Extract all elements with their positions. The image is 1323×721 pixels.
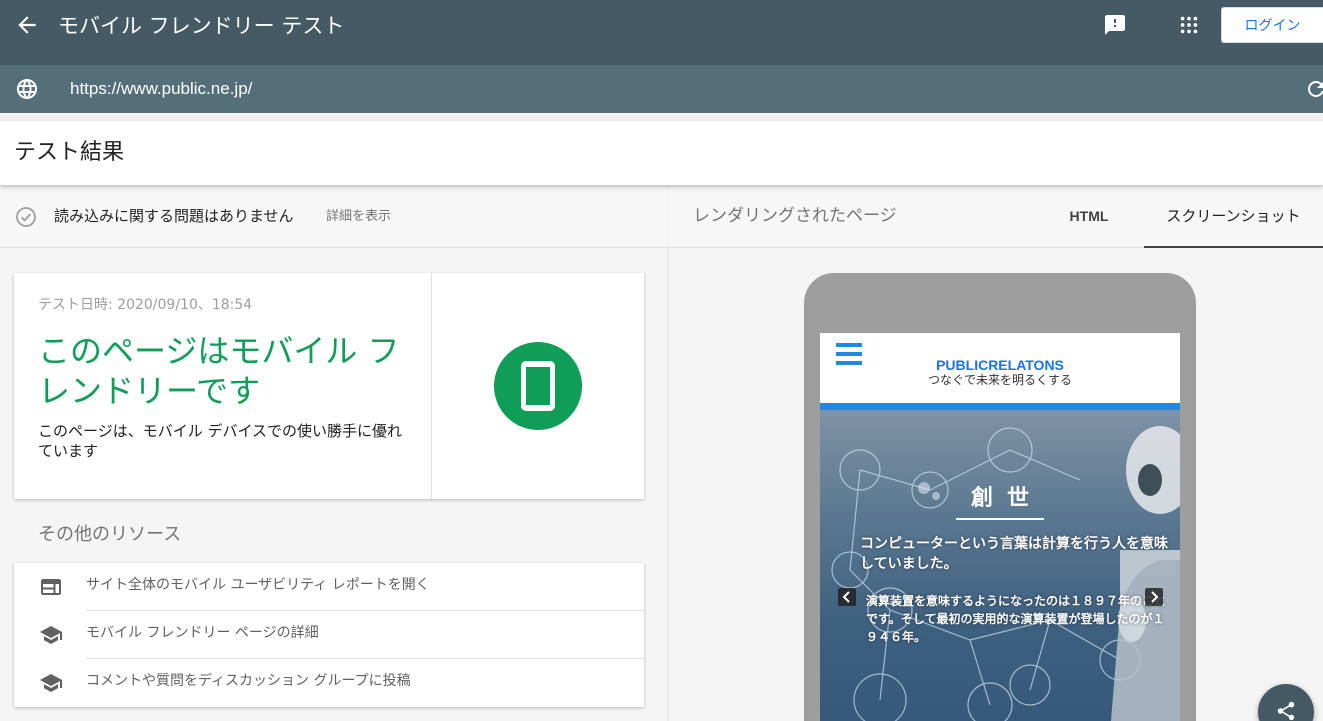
feedback-icon[interactable]	[1103, 13, 1127, 37]
site-hero: 創世 コンピューターという言葉は計算を行う人を意味していました。 演算装置を意味…	[820, 410, 1180, 721]
refresh-icon[interactable]	[1304, 77, 1323, 101]
resource-label: サイト全体のモバイル ユーザビリティ レポートを開く	[86, 577, 430, 593]
apps-grid-icon[interactable]	[1178, 14, 1200, 36]
resource-mobile-friendly-details[interactable]: モバイル フレンドリー ページの詳細	[14, 611, 644, 659]
app-title: モバイル フレンドリー テスト	[58, 14, 345, 38]
carousel-next-button[interactable]	[1145, 588, 1163, 606]
right-panel: レンダリングされたページ HTML スクリーンショット PUBLICRELATO…	[669, 185, 1323, 721]
web-report-icon	[41, 579, 61, 595]
test-date: テスト日時: 2020/09/10、18:54	[38, 297, 253, 313]
site-tagline: つなぐで未来を明るくする	[927, 373, 1073, 387]
result-card: テスト日時: 2020/09/10、18:54 このページはモバイル フレンドリ…	[14, 273, 644, 499]
results-title: テスト結果	[14, 140, 125, 165]
carousel-prev-button[interactable]	[838, 588, 856, 606]
left-panel: 読み込みに関する問題はありません 詳細を表示 テスト日時: 2020/09/10…	[0, 185, 668, 721]
tab-screenshot[interactable]: スクリーンショット	[1144, 185, 1323, 248]
status-text: 読み込みに関する問題はありません	[54, 207, 294, 225]
status-row: 読み込みに関する問題はありません 詳細を表示	[0, 185, 668, 248]
page-screenshot: PUBLICRELATONS つなぐで未来を明るくする 創世 コンピューターとい…	[820, 333, 1180, 721]
resource-usability-report[interactable]: サイト全体のモバイル ユーザビリティ レポートを開く	[14, 563, 644, 611]
check-circle-icon	[16, 207, 36, 227]
results-header: テスト結果	[0, 121, 1323, 185]
share-icon	[1277, 701, 1295, 721]
mobile-friendly-icon	[494, 342, 582, 430]
top-app-bar: モバイル フレンドリー テスト ログイン	[0, 0, 1323, 65]
url-bar	[0, 65, 1323, 113]
back-arrow-icon[interactable]	[14, 12, 40, 38]
globe-icon	[17, 79, 37, 99]
site-accent-bar	[820, 403, 1180, 410]
verdict-description: このページは、モバイル デバイスでの使い勝手に優れています	[38, 422, 403, 460]
resource-label: モバイル フレンドリー ページの詳細	[86, 625, 319, 641]
school-icon	[40, 674, 62, 692]
verdict-heading: このページはモバイル フレンドリーです	[38, 332, 400, 410]
chevron-right-icon	[1151, 591, 1159, 603]
hero-lead-text: コンピューターという言葉は計算を行う人を意味していました。	[860, 536, 1168, 572]
school-icon	[40, 626, 62, 644]
resources-list: サイト全体のモバイル ユーザビリティ レポートを開く モバイル フレンドリー ペ…	[14, 563, 644, 707]
hero-title-underline	[956, 518, 1044, 520]
site-brand: PUBLICRELATONS	[936, 357, 1064, 373]
url-input[interactable]	[70, 75, 1270, 103]
resources-title: その他のリソース	[38, 524, 182, 545]
rendered-page-label: レンダリングされたページ	[693, 206, 897, 226]
chevron-left-icon	[842, 591, 850, 603]
card-divider	[431, 273, 432, 499]
phone-mockup: PUBLICRELATONS つなぐで未来を明るくする 創世 コンピューターとい…	[804, 273, 1196, 721]
resource-discussion-group[interactable]: コメントや質問をディスカッション グループに投稿	[14, 659, 644, 707]
show-details-link[interactable]: 詳細を表示	[326, 207, 391, 227]
resource-label: コメントや質問をディスカッション グループに投稿	[86, 673, 411, 689]
render-tabs: レンダリングされたページ HTML スクリーンショット	[669, 185, 1323, 248]
site-header: PUBLICRELATONS つなぐで未来を明るくする	[820, 333, 1180, 403]
tab-html[interactable]: HTML	[1041, 185, 1137, 248]
hero-body-text: 演算装置を意味するようになったのは１８９７年のことです。そして最初の実用的な演算…	[866, 594, 1167, 644]
hero-title: 創世	[970, 486, 1043, 511]
spacer	[0, 113, 1323, 121]
login-button[interactable]: ログイン	[1221, 7, 1323, 43]
